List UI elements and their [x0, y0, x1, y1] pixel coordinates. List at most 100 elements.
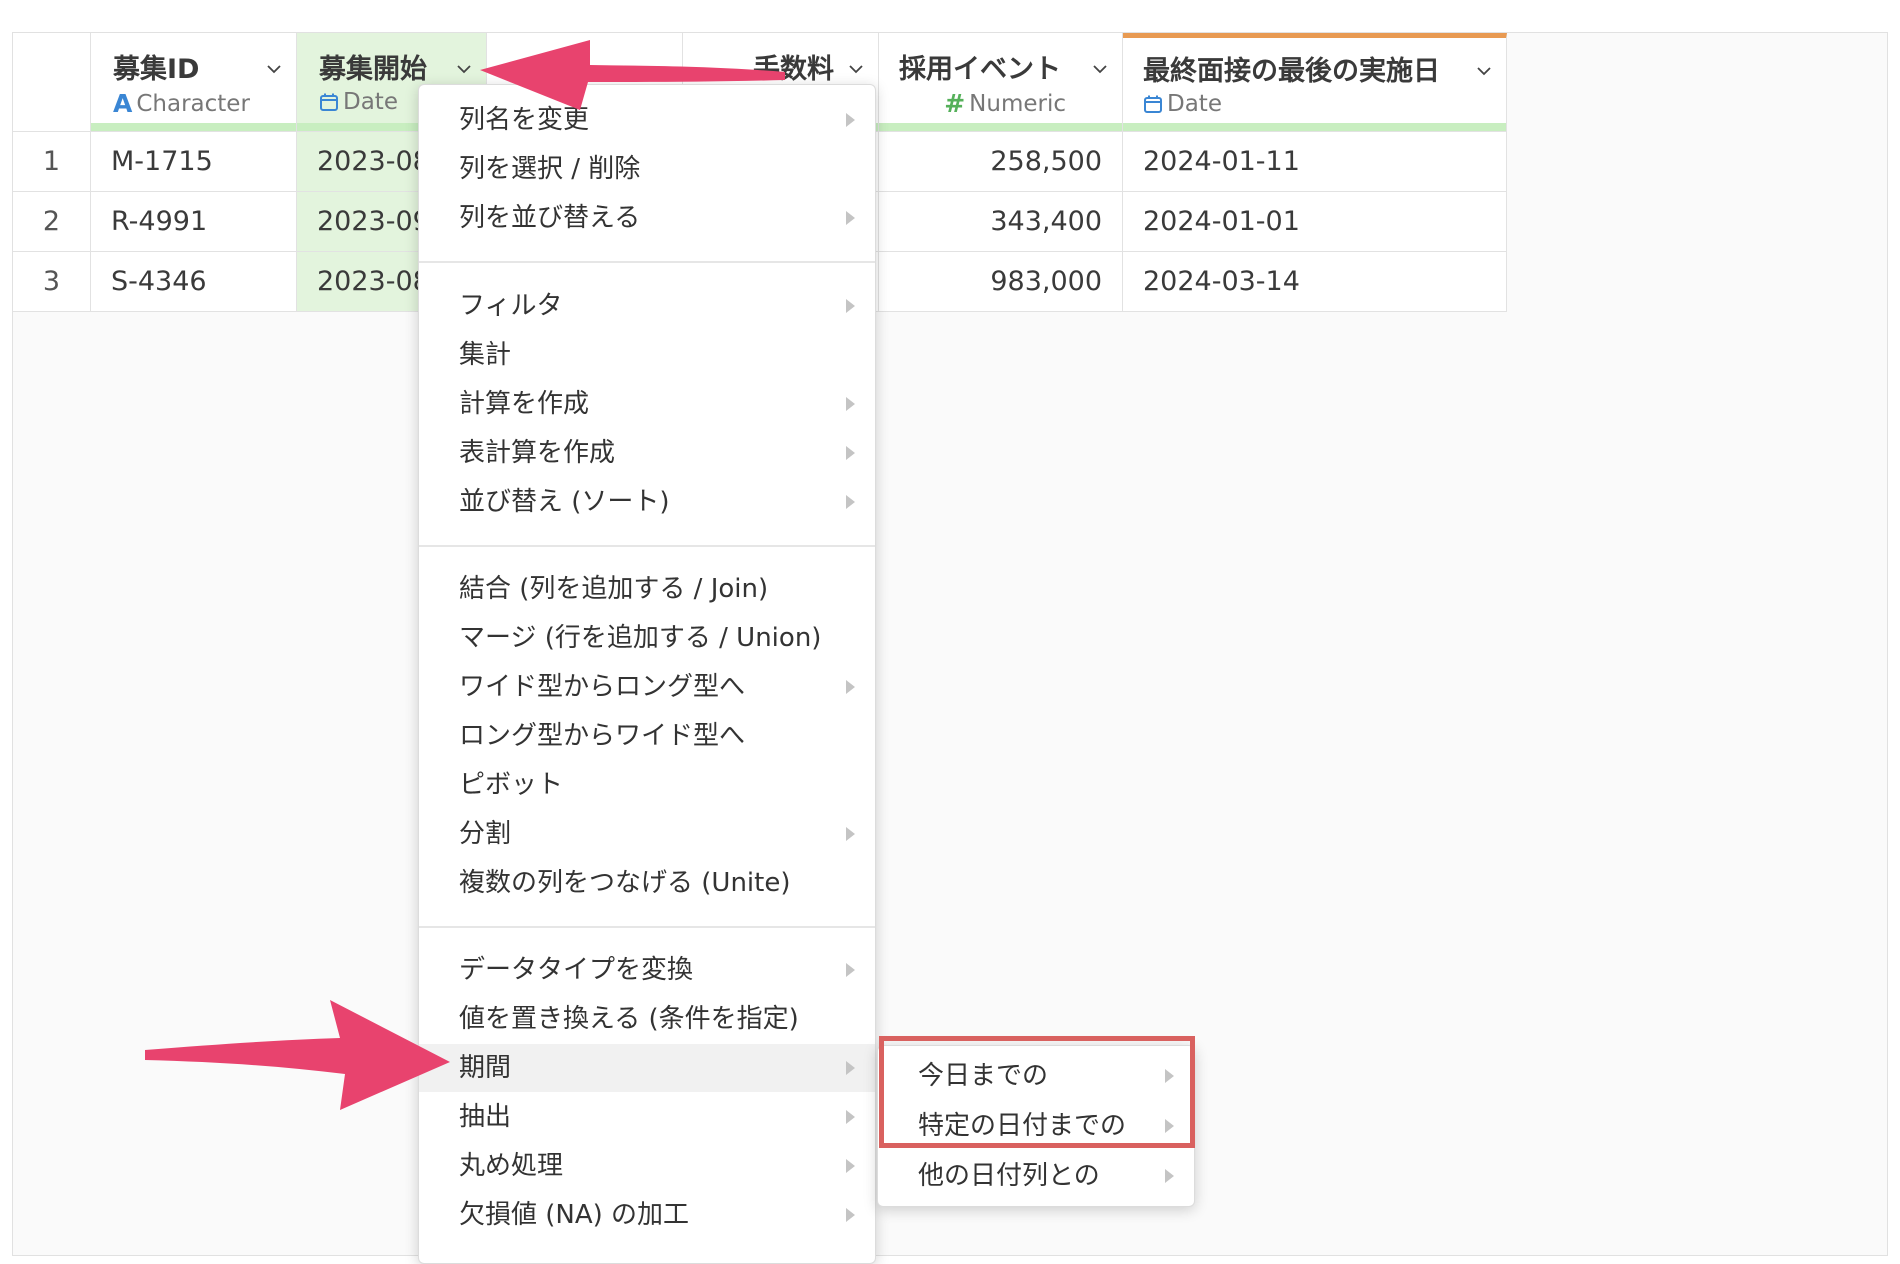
chevron-down-icon[interactable] — [1092, 61, 1108, 77]
menu-divider — [419, 545, 875, 547]
chevron-down-icon[interactable] — [266, 61, 282, 77]
cell-hiring-event[interactable]: 258,500 — [879, 132, 1123, 192]
column-type: Date — [319, 89, 398, 115]
column-type: # Numeric — [944, 89, 1066, 118]
menu-item-label: 欠損値 (NA) の加工 — [459, 1200, 690, 1230]
menu-item-label: 複数の列をつなげる (Unite) — [459, 868, 791, 898]
column-title: 採用イベント — [899, 54, 1061, 85]
row-index: 2 — [13, 192, 91, 252]
menu-item-label: 丸め処理 — [459, 1151, 564, 1181]
annotation-arrow-icon — [145, 1000, 450, 1110]
character-type-icon: A — [113, 89, 133, 118]
menu-divider — [419, 926, 875, 928]
row-index: 3 — [13, 252, 91, 312]
cell-hiring-event[interactable]: 983,000 — [879, 252, 1123, 312]
menu-item-join[interactable]: 結合 (列を追加する / Join) — [419, 565, 875, 613]
column-type-label: Numeric — [969, 90, 1066, 117]
menu-item-label: 結合 (列を追加する / Join) — [459, 574, 769, 604]
calendar-icon — [320, 93, 338, 111]
row-index: 1 — [13, 132, 91, 192]
menu-item-label: ロング型からワイド型へ — [459, 721, 746, 751]
menu-item-create-calc[interactable]: 計算を作成 — [419, 380, 875, 428]
highlight-box — [879, 1036, 1195, 1148]
menu-item-label: 他の日付列との — [918, 1161, 1100, 1191]
submenu-arrow-icon — [1165, 1169, 1174, 1183]
submenu-arrow-icon — [846, 827, 855, 841]
menu-item-split[interactable]: 分割 — [419, 810, 875, 858]
row-index-header — [13, 33, 91, 132]
column-quality-bar — [1123, 123, 1506, 131]
cell-hiring-event[interactable]: 343,400 — [879, 192, 1123, 252]
submenu-arrow-icon — [846, 1159, 855, 1173]
menu-item-label: マージ (行を追加する / Union) — [459, 623, 822, 653]
menu-item-label: 列を選択 / 削除 — [459, 154, 641, 184]
submenu-arrow-icon — [846, 446, 855, 460]
menu-item-wide-to-long[interactable]: ワイド型からロング型へ — [419, 663, 875, 711]
menu-item-label: フィルタ — [459, 291, 563, 321]
menu-item-pivot[interactable]: ピボット — [419, 761, 875, 809]
chevron-down-icon[interactable] — [848, 61, 864, 77]
column-title: 募集ID — [113, 54, 200, 85]
submenu-arrow-icon — [846, 211, 855, 225]
menu-divider — [419, 261, 875, 263]
menu-item-reorder[interactable]: 列を並び替える — [419, 194, 875, 242]
column-header-hiring-event[interactable]: 採用イベント # Numeric — [879, 33, 1123, 132]
menu-item-filter[interactable]: フィルタ — [419, 282, 875, 330]
column-title: 募集開始 — [319, 54, 427, 85]
column-type-label: Character — [136, 90, 250, 117]
menu-item-label: ピボット — [459, 770, 564, 800]
column-header-recruit-id[interactable]: 募集ID A Character — [91, 33, 297, 132]
submenu-arrow-icon — [846, 1061, 855, 1075]
submenu-arrow-icon — [846, 495, 855, 509]
submenu-arrow-icon — [846, 397, 855, 411]
submenu-arrow-icon — [846, 1110, 855, 1124]
menu-item-label: 並び替え (ソート) — [459, 487, 670, 517]
cell-last-interview[interactable]: 2024-03-14 — [1123, 252, 1507, 312]
menu-item-select-delete[interactable]: 列を選択 / 削除 — [419, 145, 875, 193]
cell-recruit-id[interactable]: S-4346 — [91, 252, 297, 312]
menu-item-sort[interactable]: 並び替え (ソート) — [419, 478, 875, 526]
menu-item-label: 集計 — [459, 340, 512, 370]
menu-item-label: 値を置き換える (条件を指定) — [459, 1004, 799, 1034]
column-type: Date — [1143, 91, 1222, 117]
submenu-arrow-icon — [846, 680, 855, 694]
menu-item-label: 抽出 — [459, 1102, 512, 1132]
menu-item-label: 期間 — [459, 1053, 512, 1083]
menu-item-na[interactable]: 欠損値 (NA) の加工 — [419, 1191, 875, 1239]
menu-item-extract[interactable]: 抽出 — [419, 1093, 875, 1141]
column-header-last-interview[interactable]: 最終面接の最後の実施日 Date — [1123, 33, 1507, 132]
submenu-item-other-date-column[interactable]: 他の日付列との — [878, 1152, 1194, 1200]
cell-last-interview[interactable]: 2024-01-01 — [1123, 192, 1507, 252]
menu-item-round[interactable]: 丸め処理 — [419, 1142, 875, 1190]
submenu-arrow-icon — [846, 299, 855, 313]
column-context-menu: 列名を変更 列を選択 / 削除 列を並び替える フィルタ 集計 計算を作成 表計… — [418, 84, 876, 1264]
menu-item-aggregate[interactable]: 集計 — [419, 331, 875, 379]
menu-item-replace-values[interactable]: 値を置き換える (条件を指定) — [419, 995, 875, 1043]
cell-recruit-id[interactable]: R-4991 — [91, 192, 297, 252]
menu-item-label: 分割 — [459, 819, 512, 849]
annotation-arrow-icon — [480, 40, 785, 110]
calendar-icon — [1144, 95, 1162, 113]
submenu-arrow-icon — [846, 1208, 855, 1222]
chevron-down-icon[interactable] — [1476, 63, 1492, 79]
numeric-type-icon: # — [944, 89, 966, 118]
menu-item-label: ワイド型からロング型へ — [459, 672, 746, 702]
menu-item-label: 表計算を作成 — [459, 438, 616, 468]
cell-last-interview[interactable]: 2024-01-11 — [1123, 132, 1507, 192]
column-type: A Character — [113, 89, 250, 118]
column-title: 最終面接の最後の実施日 — [1143, 56, 1440, 87]
menu-item-unite[interactable]: 複数の列をつなげる (Unite) — [419, 859, 875, 907]
cell-recruit-id[interactable]: M-1715 — [91, 132, 297, 192]
menu-item-label: 列を並び替える — [459, 203, 641, 233]
menu-item-period[interactable]: 期間 — [419, 1044, 875, 1092]
menu-item-long-to-wide[interactable]: ロング型からワイド型へ — [419, 712, 875, 760]
column-type-label: Date — [1167, 91, 1222, 117]
menu-item-create-table-calc[interactable]: 表計算を作成 — [419, 429, 875, 477]
menu-item-union[interactable]: マージ (行を追加する / Union) — [419, 614, 875, 662]
menu-item-convert-type[interactable]: データタイプを変換 — [419, 946, 875, 994]
column-quality-bar — [91, 123, 296, 131]
submenu-arrow-icon — [846, 963, 855, 977]
menu-item-label: データタイプを変換 — [459, 955, 694, 985]
column-quality-bar — [879, 123, 1122, 131]
column-type-label: Date — [343, 89, 398, 115]
